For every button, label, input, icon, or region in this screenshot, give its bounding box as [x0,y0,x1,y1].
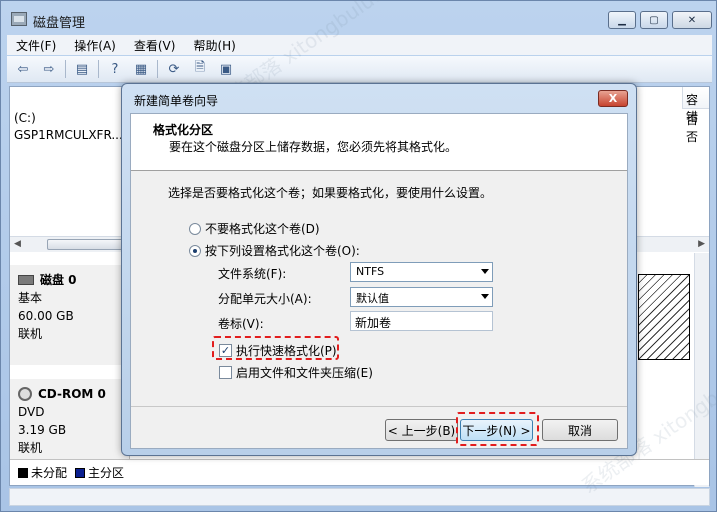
menu-file[interactable]: 文件(F) [7,37,65,54]
forward-arrow-icon[interactable]: ⇨ [39,59,59,79]
window-controls: ▁ ▢ ✕ [608,11,712,29]
cd-rom-icon [18,387,32,401]
allocation-unit-select[interactable]: 默认值 [350,287,493,307]
disk-name: 磁盘 0 [18,271,121,289]
scroll-left-icon[interactable]: ◀ [14,239,21,249]
minimize-button[interactable]: ▁ [608,11,636,29]
allocation-unit-label: 分配单元大小(A): [218,292,312,306]
radio-no-format[interactable]: 不要格式化这个卷(D) [189,220,320,237]
format-question: 选择是否要格式化这个卷；如果要格式化，要使用什么设置。 [168,186,493,200]
disk-0-panel[interactable]: 磁盘 0 基本 60.00 GB 联机 [10,265,130,365]
disk-size: 3.19 GB [18,423,67,437]
disk-status: 联机 [18,327,43,341]
volume-label-input[interactable]: 新加卷 [350,311,493,331]
column-header-fault-tolerance[interactable]: 容错 [682,87,709,124]
legend-swatch [18,467,28,478]
toolbar-separator [157,60,158,78]
checkbox-unchecked[interactable] [219,366,232,379]
dialog-body: 格式化分区 要在这个磁盘分区上储存数据，您必须先将其格式化。 选择是否要格式化这… [130,113,628,449]
refresh-icon[interactable]: ⟳ [164,59,184,79]
menu-bar: 文件(F) 操作(A) 查看(V) 帮助(H) [7,35,712,55]
toolbar: ⇦ ⇨ ▤ ? ▦ ⟳ 🗎 ▣ [7,56,712,83]
help-icon[interactable]: ? [105,59,125,79]
chevron-down-icon [481,269,489,274]
header-title: 格式化分区 [153,123,214,137]
disk-status: 联机 [18,441,43,455]
disk-type: 基本 [18,291,43,305]
disk-type: DVD [18,405,45,419]
menu-view[interactable]: 查看(V) [125,37,185,54]
table-cell: 否 [686,130,699,144]
legend-item-primary: 主分区 [75,464,124,481]
highlight-box [456,412,539,446]
back-button[interactable]: < 上一步(B) [385,419,458,441]
toolbar-separator [65,60,66,78]
compression-checkbox[interactable]: 启用文件和文件夹压缩(E) [219,364,373,381]
vertical-scrollbar[interactable] [694,253,709,487]
table-row[interactable]: (C:) [14,111,36,125]
disk-size: 60.00 GB [18,309,74,323]
header-subtitle: 要在这个磁盘分区上储存数据，您必须先将其格式化。 [169,140,458,154]
title-bar: 磁盘管理 ▁ ▢ ✕ [1,1,716,35]
unallocated-partition[interactable] [638,274,690,360]
status-bar [9,488,710,506]
new-simple-volume-wizard: 新建简单卷向导 X 格式化分区 要在这个磁盘分区上储存数据，您必须先将其格式化。… [121,83,637,456]
highlight-box [212,336,339,360]
table-row[interactable]: GSP1RMCULXFR... [14,128,123,142]
chevron-down-icon [481,294,489,299]
footer-separator [131,406,627,407]
cancel-button[interactable]: 取消 [542,419,618,441]
legend-item-unallocated: 未分配 [18,464,67,481]
dialog-close-button[interactable]: X [598,90,628,107]
scroll-right-icon[interactable]: ▶ [698,239,705,249]
maximize-button[interactable]: ▢ [640,11,668,29]
details-icon[interactable]: ▦ [131,59,151,79]
radio-button-selected[interactable] [189,244,201,257]
settings-icon[interactable]: ▣ [216,59,236,79]
radio-button[interactable] [189,222,201,235]
legend: 未分配 主分区 [10,459,709,485]
disk-name: CD-ROM 0 [18,385,121,403]
cdrom-0-panel[interactable]: CD-ROM 0 DVD 3.19 GB 联机 [10,379,130,459]
file-system-label: 文件系统(F): [218,267,287,281]
disk-management-icon [11,12,27,26]
dialog-title: 新建简单卷向导 [134,94,219,108]
window-title: 磁盘管理 [33,16,86,31]
menu-help[interactable]: 帮助(H) [184,37,244,54]
back-arrow-icon[interactable]: ⇦ [13,59,33,79]
radio-format[interactable]: 按下列设置格式化这个卷(O): [189,242,360,259]
hard-disk-icon [18,275,34,285]
dialog-header: 格式化分区 要在这个磁盘分区上储存数据，您必须先将其格式化。 [131,114,627,171]
close-button[interactable]: ✕ [672,11,712,29]
volume-label-label: 卷标(V): [218,317,264,331]
properties-icon[interactable]: 🗎 [190,59,210,79]
menu-action[interactable]: 操作(A) [65,37,125,54]
legend-swatch [75,467,86,478]
console-tree-icon[interactable]: ▤ [72,59,92,79]
table-cell: 否 [686,113,699,127]
file-system-select[interactable]: NTFS [350,262,493,282]
toolbar-separator [98,60,99,78]
